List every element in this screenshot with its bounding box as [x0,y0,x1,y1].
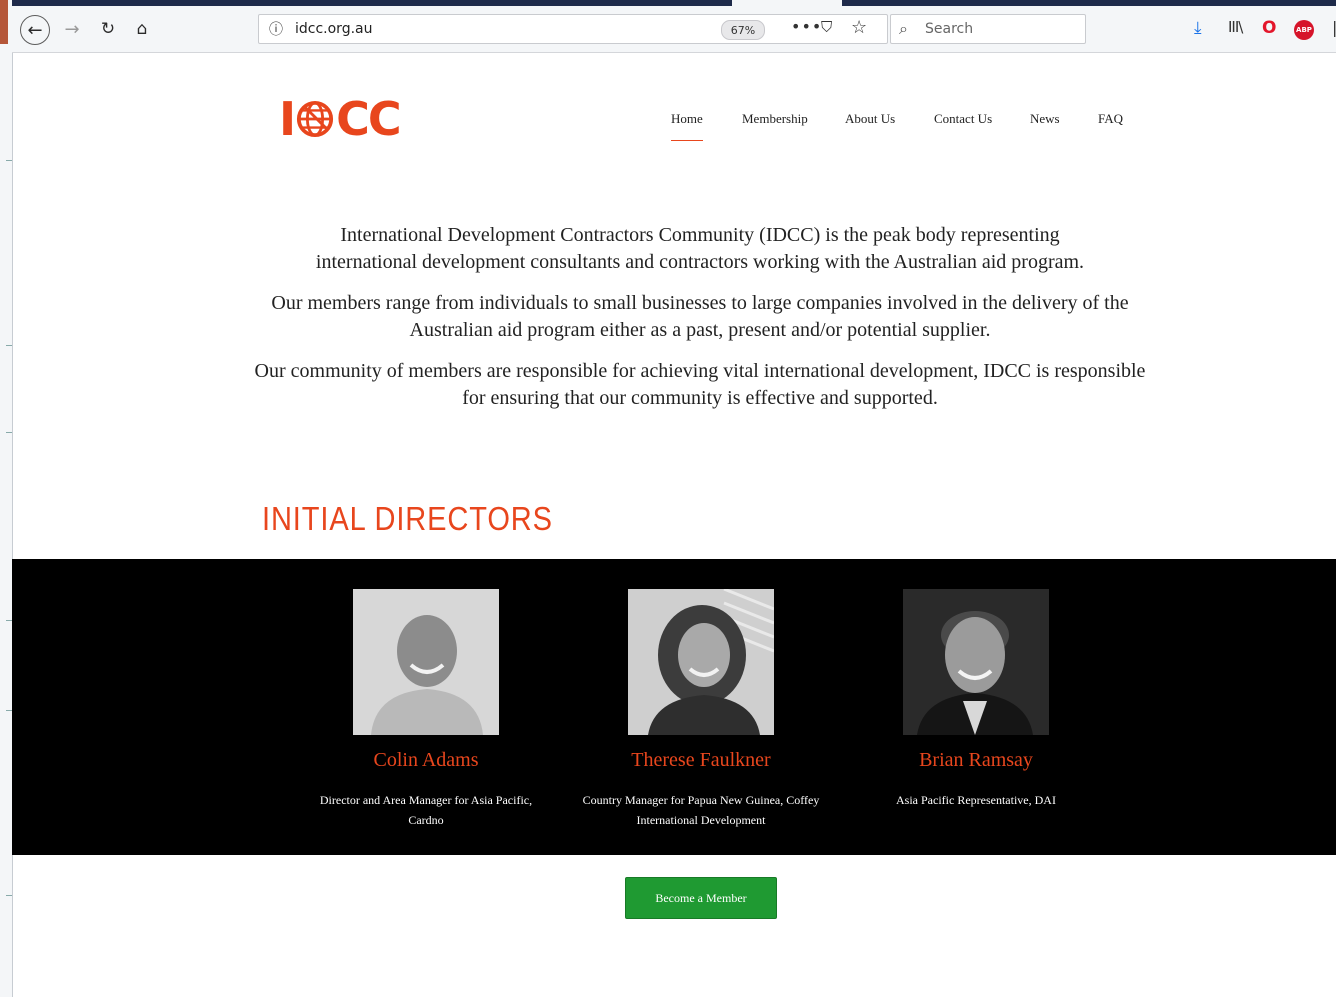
main-nav: Home Membership About Us Contact Us News… [0,111,1336,141]
director-name[interactable]: Colin Adams [291,749,561,772]
director-card: Therese Faulkner Country Manager for Pap… [566,589,836,830]
browser-toolbar: ← → ↻ ⌂ ⓘ idcc.org.au 67% ••• ⛉ ☆ ⌕ Sear… [12,6,1336,53]
portrait-avatar-icon [903,589,1049,735]
reload-button[interactable]: ↻ [96,16,120,42]
address-bar[interactable]: ⓘ idcc.org.au 67% ••• ⛉ ☆ [258,14,888,44]
home-button[interactable]: ⌂ [130,16,154,42]
portrait-avatar-icon [353,589,499,735]
nav-contact-us[interactable]: Contact Us [934,111,992,127]
library-icon[interactable]: III\ [1228,18,1243,36]
bookmark-star-icon[interactable]: ☆ [851,17,867,38]
director-photo [903,589,1049,735]
adblock-icon[interactable]: ABP [1294,20,1314,40]
director-name[interactable]: Brian Ramsay [841,749,1111,772]
window-edge-accent [0,0,8,44]
nav-home[interactable]: Home [671,111,703,141]
director-card: Brian Ramsay Asia Pacific Representative… [841,589,1111,810]
home-icon: ⌂ [136,19,148,39]
director-photo [353,589,499,735]
search-icon: ⌕ [899,19,908,38]
back-arrow-icon: ← [27,19,43,41]
intro-text: International Development Contractors Co… [240,222,1160,426]
edge-tick [6,432,12,433]
portrait-avatar-icon [628,589,774,735]
edge-tick [6,895,12,896]
search-bar[interactable]: ⌕ Search [890,14,1086,44]
forward-button[interactable]: → [60,16,84,42]
edge-tick [6,160,12,161]
search-placeholder: Search [925,21,974,37]
downloads-icon[interactable]: ⤓ [1194,18,1202,38]
nav-faq[interactable]: FAQ [1098,111,1123,127]
director-role: Country Manager for Papua New Guinea, Co… [582,793,820,827]
director-role: Asia Pacific Representative, DAI [896,793,1056,807]
directors-heading: INITIAL DIRECTORS [262,500,553,537]
forward-arrow-icon: → [64,18,80,40]
page-actions-more-icon[interactable]: ••• [791,17,822,36]
director-name[interactable]: Therese Faulkner [566,749,836,772]
nav-membership[interactable]: Membership [742,111,808,127]
url-text[interactable]: idcc.org.au [295,21,373,37]
directors-section: Colin Adams Director and Area Manager fo… [12,559,1336,855]
nav-about-us[interactable]: About Us [845,111,895,127]
intro-paragraph: International Development Contractors Co… [315,224,1085,273]
director-photo [628,589,774,735]
intro-paragraph: Our members range from individuals to sm… [271,292,1129,341]
overflow-icon[interactable]: | [1332,18,1336,37]
back-button[interactable]: ← [20,15,50,45]
site-info-icon[interactable]: ⓘ [269,19,283,39]
pocket-icon[interactable]: ⛉ [821,18,832,36]
zoom-badge[interactable]: 67% [721,20,765,40]
director-role: Director and Area Manager for Asia Pacif… [319,793,533,827]
nav-news[interactable]: News [1030,111,1060,127]
intro-paragraph: Our community of members are responsible… [254,360,1146,409]
director-card: Colin Adams Director and Area Manager fo… [291,589,561,830]
opera-icon[interactable]: O [1262,18,1276,38]
become-member-button[interactable]: Become a Member [625,877,777,919]
reload-icon: ↻ [100,19,116,39]
edge-tick [6,345,12,346]
